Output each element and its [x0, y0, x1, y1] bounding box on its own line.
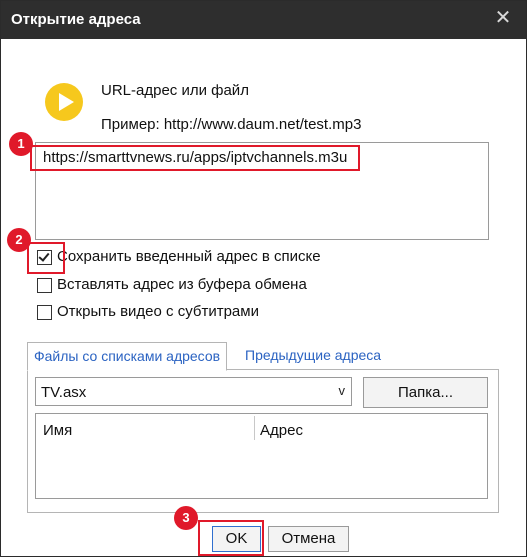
highlight-box-2	[27, 242, 65, 274]
tab-address-lists[interactable]: Файлы со списками адресов	[27, 342, 228, 371]
title-bar[interactable]: Открытие адреса ✕	[1, 1, 526, 39]
highlight-box-3	[198, 520, 264, 556]
example-label: Пример: http://www.daum.net/test.mp3	[101, 116, 362, 133]
tab-previous-addresses[interactable]: Предыдущие адреса	[239, 342, 387, 369]
playlist-select-value: TV.asx	[41, 384, 87, 401]
playlist-select[interactable]: TV.asx v	[35, 377, 352, 406]
close-icon[interactable]: ✕	[494, 8, 512, 28]
checkbox-open-subtitles-label: Открыть видео с субтитрами	[57, 303, 259, 320]
cancel-button[interactable]: Отмена	[268, 526, 349, 552]
play-icon	[45, 83, 83, 121]
highlight-box-1	[30, 145, 360, 171]
annotation-badge-2: 2	[7, 228, 31, 252]
column-header-name[interactable]: Имя	[43, 422, 72, 439]
annotation-badge-1: 1	[9, 132, 33, 156]
address-list[interactable]: Имя Адрес	[35, 413, 488, 499]
annotation-badge-3: 3	[174, 506, 198, 530]
column-divider[interactable]	[254, 416, 255, 440]
tab-bar: Файлы со списками адресов Предыдущие адр…	[27, 342, 489, 371]
checkbox-paste-clipboard-box[interactable]	[37, 278, 52, 293]
checkbox-paste-clipboard-label: Вставлять адрес из буфера обмена	[57, 276, 307, 293]
checkbox-save-address-label: Сохранить введенный адрес в списке	[57, 248, 321, 265]
folder-button[interactable]: Папка...	[363, 377, 488, 408]
dialog-title: Открытие адреса	[11, 11, 141, 28]
chevron-down-icon[interactable]: v	[339, 383, 346, 398]
checkbox-open-subtitles-box[interactable]	[37, 305, 52, 320]
column-header-address[interactable]: Адрес	[260, 422, 303, 439]
url-or-file-label: URL-адрес или файл	[101, 82, 249, 99]
